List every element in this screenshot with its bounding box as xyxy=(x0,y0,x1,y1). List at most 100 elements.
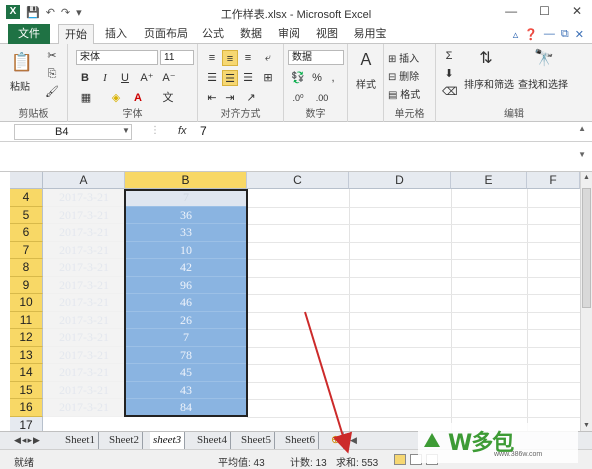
number-format-select[interactable]: 数据 xyxy=(288,50,344,65)
cell-a[interactable]: 2017-3-21 xyxy=(43,259,125,277)
font-color-icon[interactable]: A xyxy=(130,90,146,106)
cell-a[interactable]: 2017-3-21 xyxy=(43,189,125,207)
increase-indent-icon[interactable]: ⇥ xyxy=(222,90,238,106)
insert-cells-button[interactable]: ⊞ 插入 xyxy=(388,50,419,65)
decrease-indent-icon[interactable]: ⇤ xyxy=(204,90,220,106)
row-header[interactable]: 17 xyxy=(10,417,43,431)
cell-b[interactable]: 84 xyxy=(125,399,247,417)
format-painter-icon[interactable]: 🖌 xyxy=(44,84,60,100)
bold-button[interactable]: B xyxy=(78,70,92,86)
orientation-icon[interactable]: ↗ xyxy=(242,90,260,106)
fill-color-icon[interactable]: ◈ xyxy=(108,90,124,106)
tab-review[interactable]: 审阅 xyxy=(274,24,304,44)
formula-collapse-icon[interactable]: ▲ xyxy=(578,124,586,133)
align-top-icon[interactable]: ≡ xyxy=(204,50,220,66)
ribbon-collapse-icon[interactable]: ▵ xyxy=(513,28,519,41)
find-select-icon[interactable]: 🔭 xyxy=(532,48,556,70)
sort-filter-icon[interactable]: ⇅ xyxy=(474,48,498,70)
row-header[interactable]: 14 xyxy=(10,364,43,382)
sheet-nav-icon[interactable]: ◀◂▸▶ xyxy=(14,435,41,446)
align-bottom-icon[interactable]: ≡ xyxy=(240,50,256,66)
increase-decimal-icon[interactable]: .0⁰ xyxy=(288,90,308,106)
tab-file[interactable]: 文件 xyxy=(8,24,50,44)
active-cell[interactable]: 7 xyxy=(125,189,247,207)
row-header[interactable]: 5 xyxy=(10,206,43,224)
row-header[interactable]: 10 xyxy=(10,294,43,312)
row-header[interactable]: 9 xyxy=(10,276,43,294)
phonetic-icon[interactable]: 文 xyxy=(158,90,178,106)
styles-label[interactable]: 样式 xyxy=(356,76,376,91)
help-icon[interactable]: ❓ xyxy=(524,28,538,41)
delete-cells-button[interactable]: ⊟ 删除 xyxy=(388,68,419,83)
sheet-tab-4[interactable]: Sheet4 xyxy=(194,432,231,449)
formula-input[interactable]: 7 xyxy=(200,124,207,138)
sheet-tab-1[interactable]: Sheet1 xyxy=(62,432,99,449)
tab-formulas[interactable]: 公式 xyxy=(198,24,228,44)
cell-a[interactable]: 2017-3-21 xyxy=(43,276,125,294)
hscroll-left-icon[interactable]: ◀ xyxy=(350,435,357,446)
vertical-scrollbar[interactable]: ▲ ▼ xyxy=(580,172,592,431)
cell-a[interactable]: 2017-3-21 xyxy=(43,224,125,242)
cell-b[interactable]: 33 xyxy=(125,224,247,242)
align-middle-icon[interactable]: ≡ xyxy=(222,50,238,66)
column-header-e[interactable]: E xyxy=(451,172,527,189)
column-header-f[interactable]: F xyxy=(527,172,580,189)
cell-b[interactable]: 43 xyxy=(125,381,247,399)
worksheet-grid[interactable]: A B C D E F 4 2017-3-21 7 5 2017-3-21 36 6 2017… xyxy=(10,172,580,431)
cell-b[interactable]: 26 xyxy=(125,311,247,329)
format-cells-button[interactable]: ▤ 格式 xyxy=(388,86,420,101)
name-box[interactable]: B4 xyxy=(14,124,132,140)
scrollbar-thumb[interactable] xyxy=(582,188,591,308)
sheet-tab-2[interactable]: Sheet2 xyxy=(106,432,143,449)
grow-font-icon[interactable]: A⁺ xyxy=(140,70,154,86)
name-box-dropdown-icon[interactable]: ▼ xyxy=(122,126,130,135)
cell-a[interactable]: 2017-3-21 xyxy=(43,329,125,347)
wrap-text-icon[interactable]: ⤶ xyxy=(260,50,276,66)
row-header[interactable]: 16 xyxy=(10,399,43,417)
font-size-select[interactable]: 11 xyxy=(160,50,194,65)
percent-icon[interactable]: % xyxy=(310,70,324,86)
normal-view-icon[interactable] xyxy=(394,454,406,465)
row-header[interactable]: 6 xyxy=(10,224,43,242)
cell-b[interactable]: 96 xyxy=(125,276,247,294)
cell-b[interactable]: 46 xyxy=(125,294,247,312)
italic-button[interactable]: I xyxy=(98,70,112,86)
cell-b[interactable]: 45 xyxy=(125,364,247,382)
sheet-tab-3[interactable]: sheet3 xyxy=(150,432,186,449)
currency-icon[interactable]: 💱 xyxy=(288,70,308,86)
close-button[interactable]: ✕ xyxy=(572,4,582,18)
paste-icon[interactable]: 📋 xyxy=(10,50,34,74)
tab-easy-tools[interactable]: 易用宝 xyxy=(350,24,390,44)
styles-icon[interactable]: Ａ xyxy=(356,50,376,72)
cell-b[interactable]: 10 xyxy=(125,241,247,259)
comma-icon[interactable]: , xyxy=(326,70,340,86)
tab-data[interactable]: 数据 xyxy=(236,24,266,44)
scroll-up-icon[interactable]: ▲ xyxy=(583,174,590,181)
cell-b[interactable]: 7 xyxy=(125,329,247,347)
align-right-icon[interactable]: ☰ xyxy=(240,70,256,86)
autosum-icon[interactable]: Σ xyxy=(442,48,456,64)
clear-icon[interactable]: ⌫ xyxy=(442,84,458,100)
scroll-down-icon[interactable]: ▼ xyxy=(583,422,590,429)
fill-icon[interactable]: ⬇ xyxy=(442,66,456,82)
cell-b[interactable]: 78 xyxy=(125,346,247,364)
column-header-a[interactable]: A xyxy=(43,172,125,189)
sort-filter-label[interactable]: 排序和筛选 xyxy=(464,76,514,91)
align-center-icon[interactable]: ☰ xyxy=(222,70,238,86)
align-left-icon[interactable]: ☰ xyxy=(204,70,220,86)
select-all-corner[interactable] xyxy=(10,172,43,189)
cell-a[interactable]: 2017-3-21 xyxy=(43,364,125,382)
column-header-b[interactable]: B xyxy=(125,172,247,189)
column-header-c[interactable]: C xyxy=(247,172,349,189)
cell-b[interactable]: 42 xyxy=(125,259,247,277)
borders-icon[interactable]: ▦ xyxy=(78,90,94,106)
column-header-d[interactable]: D xyxy=(349,172,451,189)
cell-a[interactable]: 2017-3-21 xyxy=(43,206,125,224)
cut-icon[interactable]: ✂ xyxy=(44,48,60,64)
row-header[interactable]: 13 xyxy=(10,346,43,364)
row-header[interactable]: 15 xyxy=(10,381,43,399)
row-header[interactable]: 4 xyxy=(10,189,43,207)
merge-center-icon[interactable]: ⊞ xyxy=(260,70,276,86)
window-minimize-icon[interactable]: — xyxy=(544,28,555,41)
formula-expand-icon[interactable]: ▼ xyxy=(578,150,586,159)
